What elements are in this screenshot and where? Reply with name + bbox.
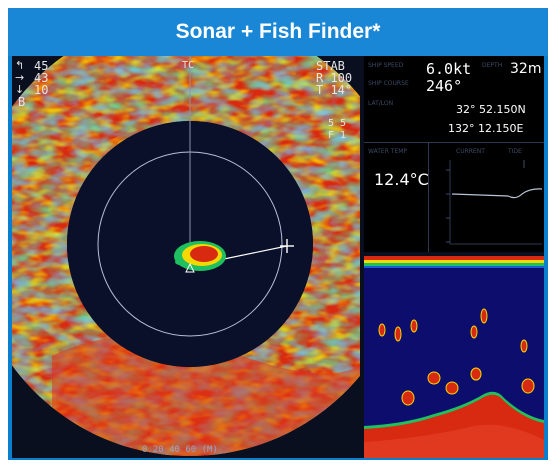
temperature-graph — [446, 160, 543, 245]
fish-finder-panel — [364, 256, 544, 458]
side-value-2: F 1 — [328, 130, 347, 141]
latlon-label: LAT/LON — [368, 100, 394, 107]
water-temp-label: WATER TEMP — [368, 148, 408, 155]
depth-label: DEPTH — [482, 62, 503, 69]
graph-label: CURRENT — [456, 148, 485, 155]
range-scale: 0 20 40 60 (M) — [142, 445, 218, 455]
speed-value: 6.0kt — [426, 60, 472, 78]
readout-4: B — [18, 95, 26, 109]
graph-label-2: TIDE — [508, 148, 522, 155]
tilt-top-label: TC — [182, 60, 195, 71]
course-value: 246° — [426, 77, 463, 95]
water-temp-value: 12.4°C — [374, 170, 429, 189]
info-divider — [364, 142, 544, 143]
sonar-display: ↰ → ↓ 45 43 10 B TC STAB R 100 T 14° 5 5… — [12, 56, 544, 458]
image-frame: Sonar + Fish Finder* ↰ → ↓ 45 43 10 B TC… — [8, 8, 548, 460]
course-label: SHIP COURSE — [368, 80, 409, 87]
longitude-value: 132° 12.150E — [448, 122, 524, 135]
tilt-readout: T 14° — [316, 83, 353, 97]
depth-value: 32m — [510, 61, 542, 77]
latitude-value: 32° 52.150N — [456, 103, 526, 116]
fish-finder-echogram — [364, 256, 544, 458]
speed-label: SHIP SPEED — [368, 62, 404, 69]
info-divider-vertical — [428, 142, 429, 252]
fish-school-echo — [174, 241, 226, 271]
side-value-1: 5 5 — [328, 118, 347, 129]
banner-title: Sonar + Fish Finder* — [8, 8, 548, 56]
info-panel: SHIP SPEED 6.0kt DEPTH 32m SHIP COURSE 2… — [364, 56, 544, 252]
readout-3: 10 — [34, 83, 49, 97]
